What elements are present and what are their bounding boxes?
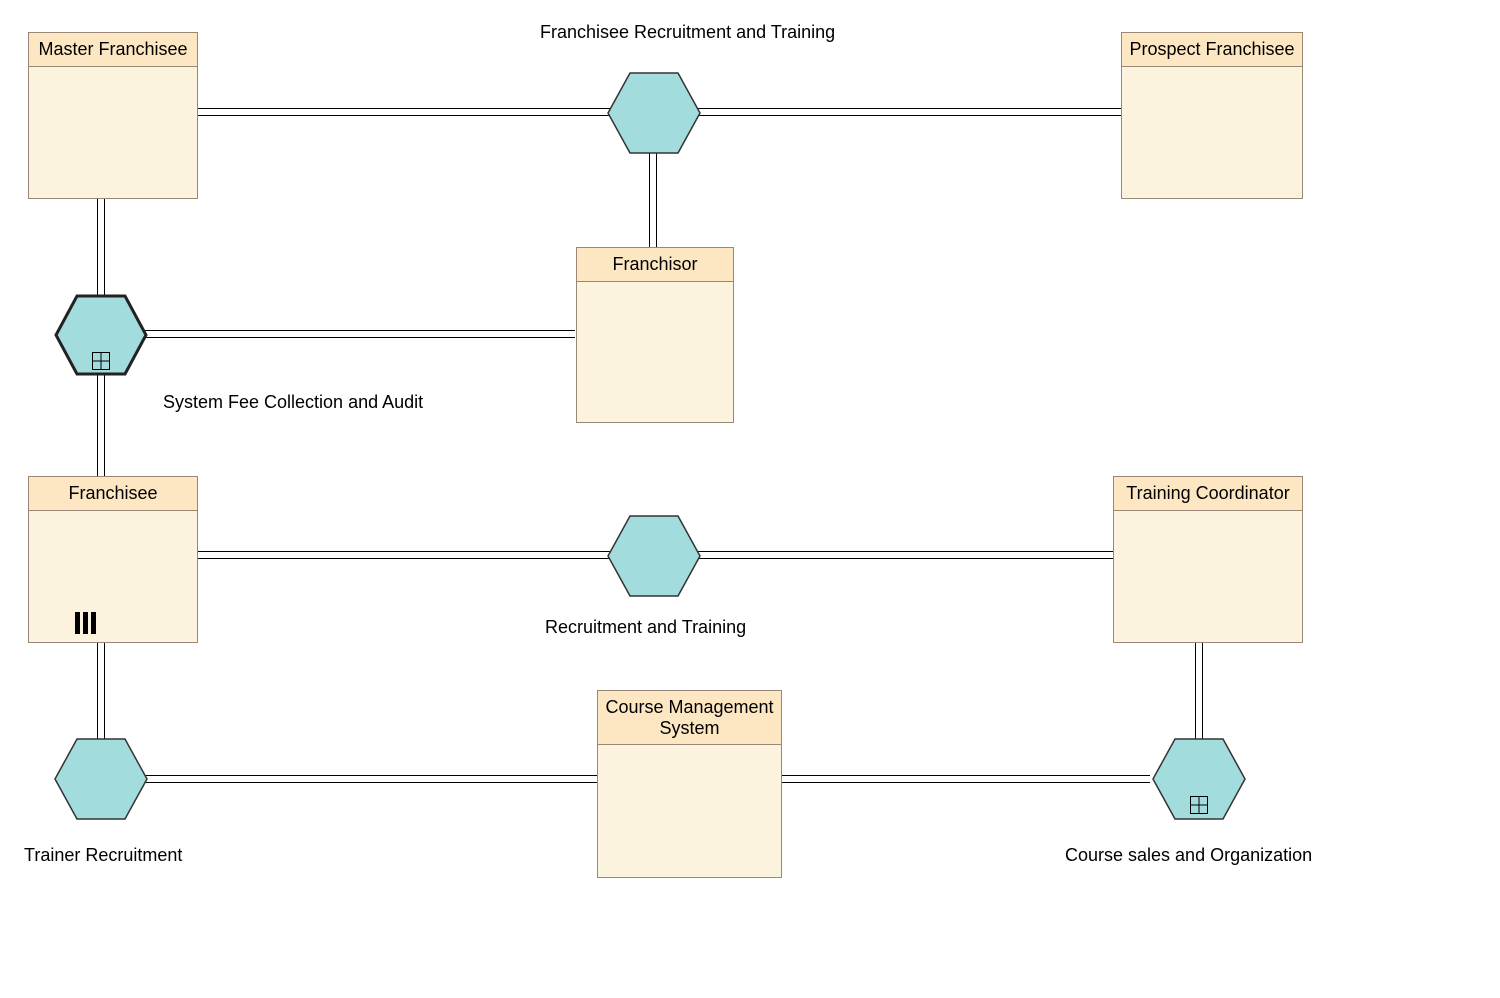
link-franchisee-to-mid-hex	[190, 551, 610, 559]
pool-franchisee[interactable]: Franchisee	[28, 476, 198, 643]
pool-header: Franchisor	[577, 248, 733, 282]
link-cms-to-sales-hex	[778, 775, 1150, 783]
pool-header: Master Franchisee	[29, 33, 197, 67]
link-master-to-top-hex	[190, 108, 610, 116]
conversation-course-sales-organization[interactable]	[1152, 738, 1246, 820]
link-fee-hex-to-franchisee	[97, 373, 105, 478]
diagram-title: Franchisee Recruitment and Training	[540, 22, 835, 43]
pool-master-franchisee[interactable]: Master Franchisee	[28, 32, 198, 199]
sub-conversation-marker-icon	[1190, 796, 1208, 814]
link-franchisee-to-trainer-hex	[97, 640, 105, 740]
link-mid-hex-to-training-coord	[695, 551, 1125, 559]
conversation-system-fee-collection-audit[interactable]	[54, 294, 148, 376]
link-trainer-hex-to-cms	[145, 775, 600, 783]
pool-prospect-franchisee[interactable]: Prospect Franchisee	[1121, 32, 1303, 199]
label-system-fee-collection-audit: System Fee Collection and Audit	[163, 392, 423, 413]
link-master-to-fee-hex	[97, 195, 105, 300]
link-training-coord-to-sales-hex	[1195, 640, 1203, 740]
link-fee-hex-to-franchisor	[145, 330, 575, 338]
sub-conversation-marker-icon	[92, 352, 110, 370]
link-top-hex-to-franchisor	[649, 150, 657, 250]
pool-course-management-system[interactable]: Course Management System	[597, 690, 782, 878]
pool-training-coordinator[interactable]: Training Coordinator	[1113, 476, 1303, 643]
link-top-hex-to-prospect	[695, 108, 1125, 116]
pool-header: Prospect Franchisee	[1122, 33, 1302, 67]
pool-franchisor[interactable]: Franchisor	[576, 247, 734, 423]
label-recruitment-training: Recruitment and Training	[545, 617, 746, 638]
pool-header: Course Management System	[598, 691, 781, 745]
conversation-trainer-recruitment[interactable]	[54, 738, 148, 820]
conversation-diagram: Franchisee Recruitment and Training Mast…	[0, 0, 1500, 998]
pool-header: Franchisee	[29, 477, 197, 511]
pool-header: Training Coordinator	[1114, 477, 1302, 511]
label-trainer-recruitment: Trainer Recruitment	[24, 845, 182, 866]
multi-instance-marker-icon	[75, 612, 96, 634]
conversation-franchisee-recruitment-training[interactable]	[607, 72, 701, 154]
label-course-sales-organization: Course sales and Organization	[1065, 845, 1312, 866]
conversation-recruitment-training[interactable]	[607, 515, 701, 597]
